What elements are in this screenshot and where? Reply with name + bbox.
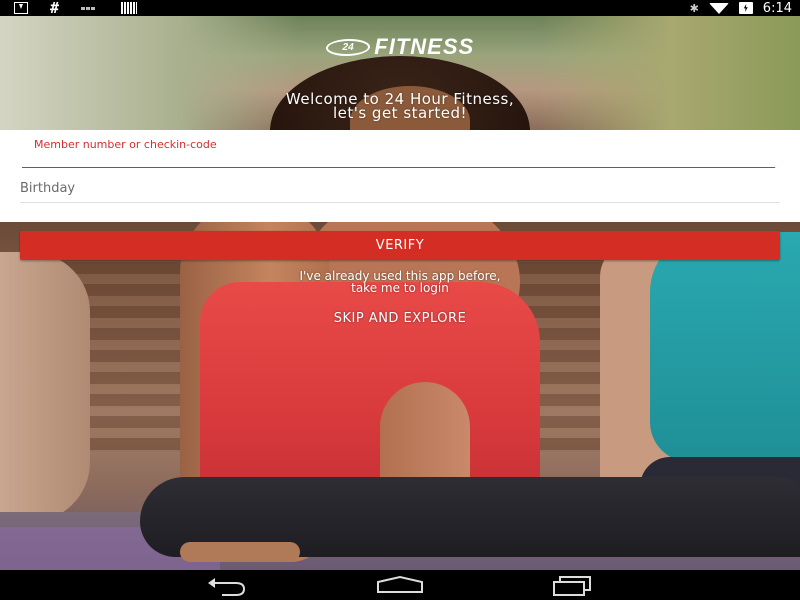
birthday-input[interactable] [20,178,780,198]
checkin-form: Member number or checkin-code [0,130,800,222]
birthday-underline [20,202,780,203]
back-button[interactable] [200,570,260,600]
background-person-right-shirt [650,232,800,462]
login-link[interactable]: I've already used this app before, take … [200,270,600,294]
brand-logo: 24 FITNESS [0,34,800,60]
recents-icon [553,576,591,596]
home-icon [377,575,423,593]
wifi-icon [708,2,729,14]
member-number-input[interactable] [22,152,775,168]
status-bar-system: ✱ 6:14 [690,0,792,16]
foreground-person-feet [180,542,300,562]
home-button[interactable] [370,570,430,600]
background-person-left [0,252,90,522]
verify-button[interactable]: VERIFY [20,231,780,260]
navigation-bar [0,570,800,600]
welcome-line-2: let's get started! [332,104,468,122]
barcode-icon [121,2,138,14]
recents-button[interactable] [542,570,602,600]
member-number-underline [22,167,775,168]
skip-and-explore-link[interactable]: SKIP AND EXPLORE [250,311,550,326]
login-link-line-2: take me to login [351,281,449,295]
member-number-label: Member number or checkin-code [34,138,217,151]
logo-badge: 24 [324,38,372,56]
header-hero-image: 24 FITNESS Welcome to 24 Hour Fitness, l… [0,16,800,130]
download-icon [14,2,28,14]
logo-text: FITNESS [374,34,475,59]
welcome-message: Welcome to 24 Hour Fitness, let's get st… [0,92,800,122]
hash-icon: # [50,0,60,17]
battery-charging-icon [738,2,753,14]
back-icon [208,578,246,596]
status-bar: # ✱ 6:14 [0,0,800,16]
bluetooth-icon: ✱ [689,1,699,15]
voicemail-icon [81,4,99,12]
status-bar-notifications: # [14,0,138,17]
status-time: 6:14 [762,0,792,16]
